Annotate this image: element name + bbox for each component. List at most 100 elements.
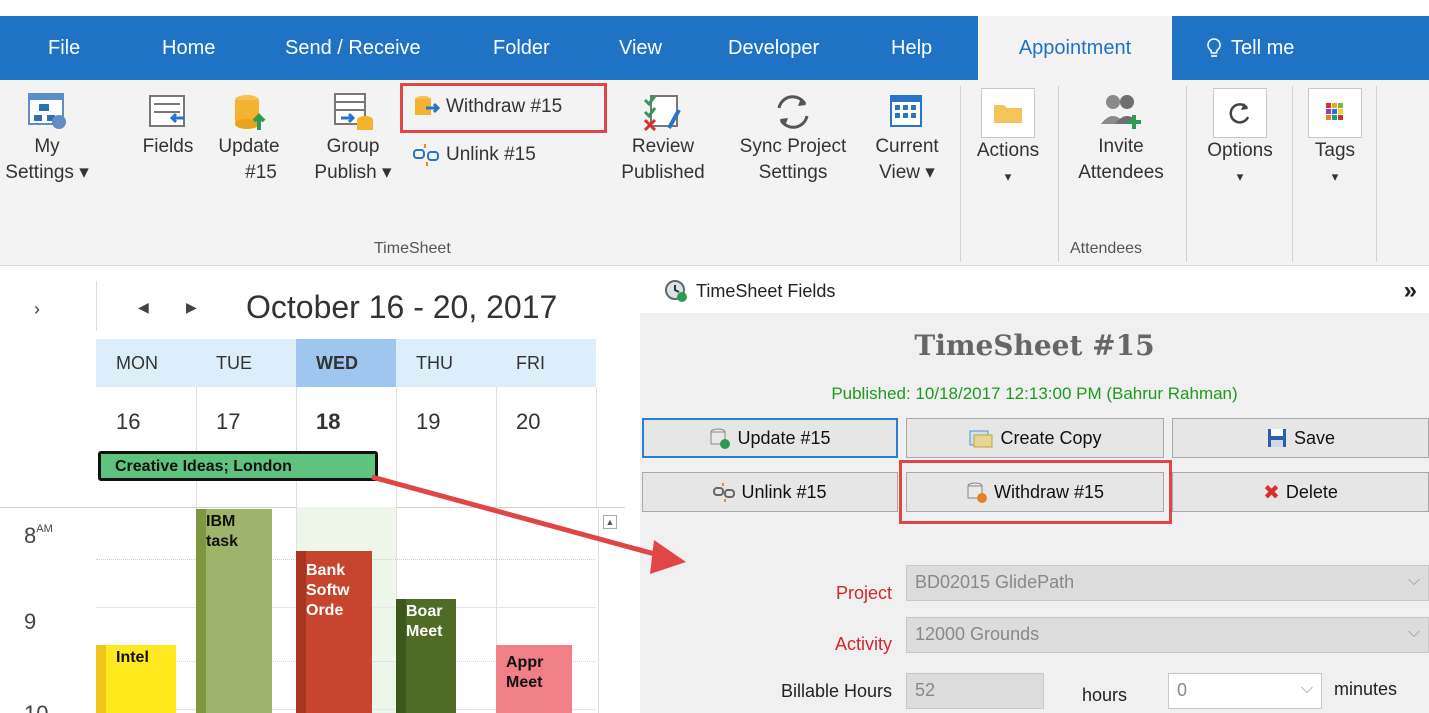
update-button-label: Update #15 [737,427,831,448]
clock-icon [665,280,687,302]
current-view-label-2: View ▾ [879,162,935,183]
create-copy-label: Create Copy [1000,427,1102,448]
project-select[interactable]: BD02015 GlidePath ⌵ [906,565,1429,601]
day-number: 19 [416,409,441,434]
chevron-down-icon: ⌵ [1407,624,1420,641]
sync-label-1: Sync Project [739,136,847,157]
day-label: FRI [516,353,545,373]
refresh-icon [1213,88,1267,138]
group-publish-button[interactable]: Group Publish ▾ [308,90,398,186]
hour-label-9: 9 [24,609,37,634]
database-update-icon [227,90,271,134]
event-ibm-task[interactable]: IBM task [196,509,272,713]
actions-button[interactable]: Actions ▾ [966,88,1050,190]
minutes-select[interactable]: 0 ⌵ [1168,673,1322,709]
review-published-button[interactable]: Review Published [608,90,718,186]
invite-attendees-button[interactable]: Invite Attendees [1062,90,1180,186]
save-button[interactable]: Save [1172,418,1429,458]
options-button[interactable]: Options ▾ [1192,88,1288,190]
review-checklist-icon [641,90,685,134]
activity-select[interactable]: 12000 Grounds ⌵ [906,617,1429,653]
allday-event[interactable]: Creative Ideas; London [98,451,378,481]
event-board-meeting[interactable]: Boar Meet [396,599,456,713]
lightbulb-icon [1207,38,1221,57]
panel-title: TimeSheet Fields [696,281,836,301]
tell-me-search[interactable]: Tell me [1205,16,1294,80]
previous-arrow-icon[interactable]: ◀ [138,299,149,316]
highlight-box [400,83,607,133]
event-line: Orde [306,602,344,619]
day-header-fri[interactable]: FRI [496,339,596,387]
tab-view[interactable]: View [619,16,662,80]
save-floppy-icon [1267,429,1286,447]
tab-appointment[interactable]: Appointment [978,16,1172,80]
tags-button[interactable]: Tags ▾ [1298,88,1372,190]
update-15-button[interactable]: Update #15 [212,90,286,186]
calendar-scrollbar[interactable]: ▲ [598,509,622,713]
tab-send-receive[interactable]: Send / Receive [285,16,421,80]
my-settings-button[interactable]: My Settings ▾ [0,90,94,186]
billable-hours-input[interactable]: 52 [906,673,1044,709]
day-header-thu[interactable]: THU [396,339,496,387]
hour-label-8: 8AM [24,523,53,549]
event-line: Meet [506,674,543,691]
unlink-15-ribbon-button[interactable]: Unlink #15 [412,142,536,168]
tags-dropdown-arrow: ▾ [1331,169,1339,184]
unlink-15-button[interactable]: Unlink #15 [642,472,898,512]
event-bank-software[interactable]: Bank Softw Orde [296,551,372,713]
column-divider [496,387,497,507]
tab-developer[interactable]: Developer [728,16,819,80]
unlink-chain-icon [413,144,439,166]
current-view-button[interactable]: Current View ▾ [864,90,950,186]
billable-hours-label: Billable Hours [780,681,892,701]
ribbon-separator [1186,86,1187,262]
ribbon: My Settings ▾ Fields Update #15 Group Pu… [0,80,1429,266]
event-line: IBM [206,513,236,530]
database-update-icon [710,428,731,449]
tab-home[interactable]: Home [162,16,215,80]
hour-label-10: 10 [24,701,48,713]
create-copy-button[interactable]: Create Copy [906,418,1164,458]
ribbon-separator [1376,86,1377,262]
tab-help[interactable]: Help [891,16,932,80]
next-arrow-icon[interactable]: ▶ [186,299,197,316]
hour-am: AM [36,523,53,535]
invite-label-1: Invite [1098,136,1144,157]
chevron-down-icon: ⌵ [1407,572,1420,589]
fields-button[interactable]: Fields [138,90,198,160]
review-label-2: Published [621,162,705,183]
event-line: Softw [306,582,350,599]
nav-divider [96,281,97,331]
tag-categories-icon [1308,88,1362,138]
day-header-mon[interactable]: MON [96,339,196,387]
my-settings-label-2: Settings ▾ [5,162,89,183]
event-intel[interactable]: Intel [96,645,176,713]
scroll-up-arrow-icon[interactable]: ▲ [603,515,617,529]
collapse-panel-icon[interactable]: » [1404,277,1417,305]
actions-label: Actions [976,140,1040,161]
panel-header: TimeSheet Fields » [640,267,1429,313]
day-number: 17 [216,409,241,434]
group-publish-label-2: Publish ▾ [314,162,392,183]
day-header-wed[interactable]: WED [296,339,396,387]
expand-pane-chevron-icon[interactable]: › [34,299,40,320]
column-divider [396,387,397,507]
update-15-button[interactable]: Update #15 [642,418,898,458]
tab-file[interactable]: File [48,16,80,80]
settings-org-icon [25,90,69,134]
delete-button[interactable]: ✖ Delete [1172,472,1429,512]
day-label: WED [316,353,358,373]
published-status: Published: 10/18/2017 12:13:00 PM (Bahru… [831,384,1238,403]
unlink-ribbon-label: Unlink #15 [446,144,536,165]
tab-folder[interactable]: Folder [493,16,550,80]
sync-label-2: Settings [758,162,828,183]
day-header-tue[interactable]: TUE [196,339,296,387]
tags-label: Tags [1314,140,1356,161]
project-value: BD02015 GlidePath [915,572,1075,592]
event-line: Bank [306,562,346,579]
sync-project-settings-button[interactable]: Sync Project Settings [722,90,864,186]
ribbon-separator [1292,86,1293,262]
save-label: Save [1293,427,1336,448]
activity-label: Activity [834,634,892,654]
event-appr-meeting[interactable]: Appr Meet [496,645,572,713]
